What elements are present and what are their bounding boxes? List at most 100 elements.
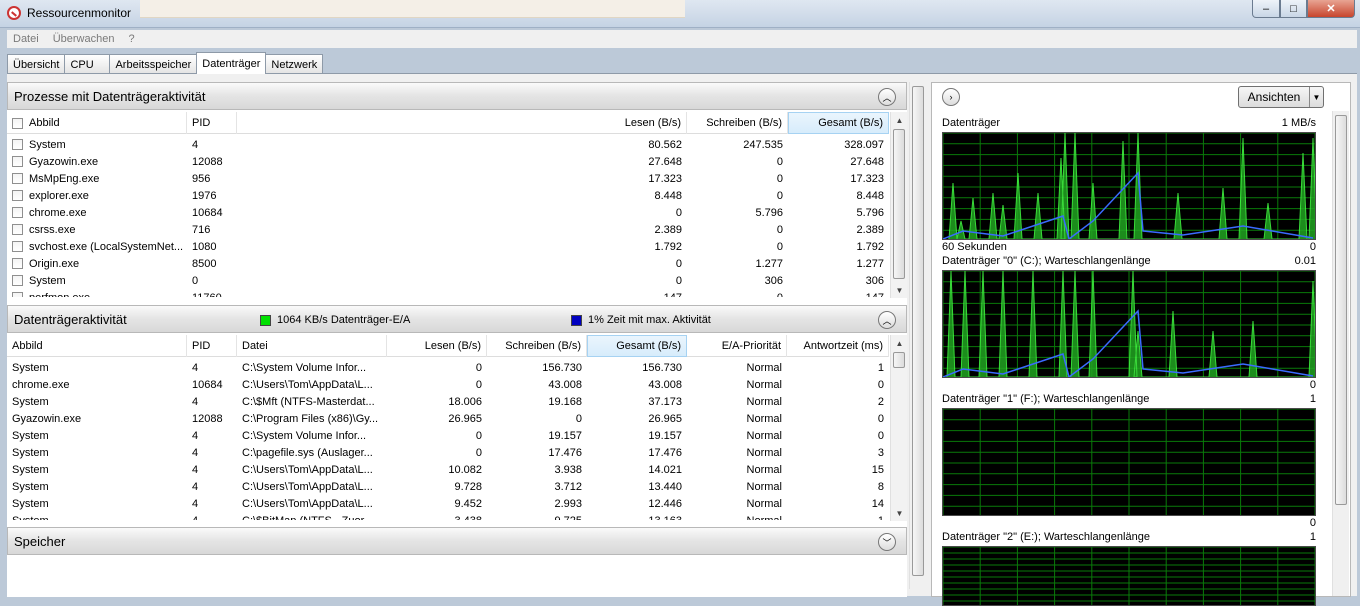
table-row[interactable]: Gyazowin.exe 12088 C:\Program Files (x86)\… — [7, 410, 889, 427]
proc-panel-header[interactable]: Prozesse mit Datenträgeraktivität ︿ — [7, 82, 907, 110]
table-row[interactable]: System 4 C:\Users\Tom\AppData\L... 9.728 3.7… — [7, 478, 889, 495]
disk-scrollbar[interactable]: ▲ ▼ — [890, 335, 907, 521]
graph-footer-left: 60 Sekunden — [942, 241, 1007, 253]
menu-datei[interactable]: Datei — [13, 33, 39, 45]
col-gesamt[interactable]: Gesamt (B/s) — [587, 335, 687, 357]
expand-icon[interactable]: ﹀ — [878, 533, 896, 551]
col-abbild[interactable]: Abbild — [7, 112, 187, 134]
scroll-up-icon[interactable]: ▲ — [891, 112, 908, 128]
cell: 306 — [865, 274, 884, 287]
col-datei[interactable]: Datei — [237, 335, 387, 357]
cell: C:\Users\Tom\AppData\L... — [242, 463, 373, 476]
disk-table-header: Abbild PID Datei Lesen (B/s) Schreiben (… — [7, 335, 889, 357]
col-abbild[interactable]: Abbild — [7, 335, 187, 357]
tab-datentraeger[interactable]: Datenträger — [196, 52, 267, 74]
graph-label: Datenträger "0" (C:); Warteschlangenläng… — [942, 255, 1151, 267]
cell: 716 — [192, 223, 211, 236]
cell: System — [29, 138, 66, 151]
minimize-button[interactable]: – — [1252, 0, 1280, 18]
select-all-checkbox[interactable] — [12, 117, 23, 129]
table-row[interactable]: explorer.exe 1976 8.448 0 8.448 — [7, 187, 889, 204]
row-checkbox[interactable] — [12, 258, 23, 269]
maximize-button[interactable]: □ — [1280, 0, 1307, 18]
col-schreiben[interactable]: Schreiben (B/s) — [487, 335, 587, 357]
row-checkbox[interactable] — [12, 173, 23, 184]
left-column-scrollbar[interactable] — [909, 82, 926, 589]
disk-panel-title: Datenträgeraktivität — [14, 311, 127, 327]
graph-caption: Datenträger 1 MB/s — [942, 117, 1316, 129]
table-row[interactable]: MsMpEng.exe 956 17.323 0 17.323 — [7, 170, 889, 187]
cell: 0 — [475, 361, 482, 374]
table-row[interactable]: csrss.exe 716 2.389 0 2.389 — [7, 221, 889, 238]
col-lesen[interactable]: Lesen (B/s) — [237, 112, 687, 134]
graph-max: 0.01 — [1294, 255, 1316, 267]
tab-cpu[interactable]: CPU — [64, 54, 111, 74]
cell: System — [7, 512, 187, 521]
col-gesamt[interactable]: Gesamt (B/s) — [788, 112, 889, 134]
collapse-icon[interactable]: ︿ — [878, 88, 896, 106]
graph-footer: 0 — [942, 517, 1316, 529]
menu-help[interactable]: ? — [128, 33, 134, 45]
graph-disk-3 — [942, 546, 1316, 606]
table-row[interactable]: System 4 C:\$Mft (NTFS-Masterdat... 18.006 1… — [7, 393, 889, 410]
col-pid[interactable]: PID — [187, 112, 237, 134]
disk-panel-header[interactable]: Datenträgeraktivität 1064 KB/s Datenträg… — [7, 305, 907, 333]
col-pid[interactable]: PID — [187, 335, 237, 357]
menu-bar: Datei Überwachen ? — [7, 30, 1357, 48]
tab-arbeitsspeicher[interactable]: Arbeitsspeicher — [109, 54, 198, 74]
table-row[interactable]: Origin.exe 8500 0 1.277 1.277 — [7, 255, 889, 272]
table-row[interactable]: System4C:\$BitMap (NTFS - Zuor...3.4389.… — [7, 512, 889, 521]
cell: 4 — [192, 138, 199, 151]
cell: 17.323 — [850, 172, 884, 185]
table-row[interactable]: System 0 0 306 306 — [7, 272, 889, 289]
cell: perfmon.exe — [29, 292, 90, 298]
table-row[interactable]: svchost.exe (LocalSystemNet... 1080 1.792 0… — [7, 238, 889, 255]
graph-caption: Datenträger "1" (F:); Warteschlangenläng… — [942, 393, 1316, 405]
tab-netzwerk[interactable]: Netzwerk — [265, 54, 324, 74]
table-row[interactable]: chrome.exe 10684 C:\Users\Tom\AppData\L...… — [7, 376, 889, 393]
title-bar: Ressourcenmonitor – □ ✕ — [0, 0, 1360, 28]
table-row[interactable]: chrome.exe 10684 0 5.796 5.796 — [7, 204, 889, 221]
proc-scrollbar[interactable]: ▲ ▼ — [890, 112, 907, 298]
scroll-up-icon[interactable]: ▲ — [891, 335, 908, 351]
row-checkbox[interactable] — [12, 241, 23, 252]
table-row[interactable]: Gyazowin.exe 12088 27.648 0 27.648 — [7, 153, 889, 170]
col-lesen[interactable]: Lesen (B/s) — [387, 335, 487, 357]
row-checkbox[interactable] — [12, 156, 23, 167]
ansichten-button[interactable]: Ansichten ▼ — [1238, 86, 1324, 108]
table-row[interactable]: System 4 80.562 247.535 328.097 — [7, 136, 889, 153]
cell: 19.157 — [548, 429, 582, 442]
col-antwortzeit[interactable]: Antwortzeit (ms) — [787, 335, 889, 357]
row-checkbox[interactable] — [12, 275, 23, 286]
scroll-down-icon[interactable]: ▼ — [891, 505, 908, 521]
collapse-icon[interactable]: ︿ — [878, 311, 896, 329]
tab-uebersicht[interactable]: Übersicht — [7, 54, 66, 74]
cell: 956 — [192, 172, 211, 185]
row-checkbox[interactable] — [12, 292, 23, 297]
table-row[interactable]: System 4 C:\Users\Tom\AppData\L... 10.082 3.… — [7, 461, 889, 478]
col-schreiben[interactable]: Schreiben (B/s) — [687, 112, 788, 134]
table-row[interactable]: System 4 C:\Users\Tom\AppData\L... 9.452 2.9… — [7, 495, 889, 512]
chevron-down-icon[interactable]: ▼ — [1309, 87, 1323, 107]
mem-panel-header[interactable]: Speicher ﹀ — [7, 527, 907, 555]
scroll-thumb[interactable] — [893, 129, 905, 279]
scroll-thumb[interactable] — [912, 86, 924, 576]
row-checkbox[interactable] — [12, 207, 23, 218]
scroll-thumb[interactable] — [1335, 115, 1347, 505]
table-row[interactable]: System 4 C:\System Volume Infor... 0 156.730… — [7, 359, 889, 376]
scroll-thumb[interactable] — [893, 352, 905, 368]
graph-scrollbar[interactable] — [1332, 111, 1349, 596]
table-row[interactable]: System 4 C:\pagefile.sys (Auslager... 0 17.4… — [7, 444, 889, 461]
chevron-right-icon[interactable]: › — [942, 88, 960, 106]
menu-ueberwachen[interactable]: Überwachen — [53, 33, 115, 45]
row-checkbox[interactable] — [12, 190, 23, 201]
row-checkbox[interactable] — [12, 139, 23, 150]
cell: C:\Users\Tom\AppData\L... — [242, 378, 373, 391]
scroll-down-icon[interactable]: ▼ — [891, 282, 908, 298]
close-button[interactable]: ✕ — [1307, 0, 1355, 18]
table-row[interactable]: perfmon.exe 11760 147 0 147 — [7, 289, 889, 297]
row-checkbox[interactable] — [12, 224, 23, 235]
col-prioritaet[interactable]: E/A-Priorität — [687, 335, 787, 357]
cell: 80.562 — [648, 138, 682, 151]
table-row[interactable]: System 4 C:\System Volume Infor... 0 19.157 1… — [7, 427, 889, 444]
